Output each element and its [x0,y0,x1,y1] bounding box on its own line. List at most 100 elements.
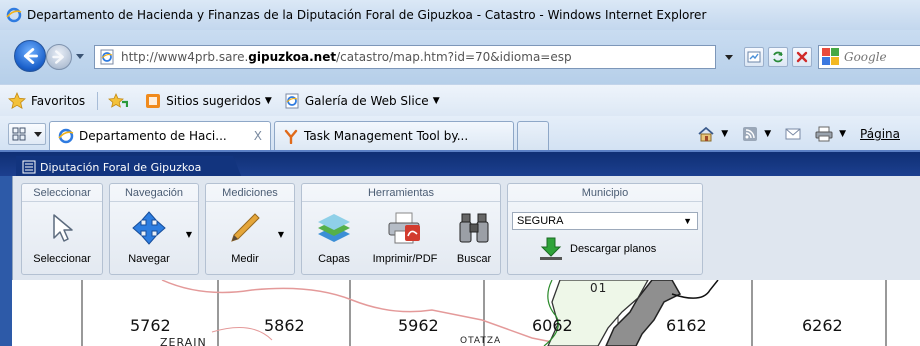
municipality-select[interactable]: SEGURA ▼ [512,212,698,230]
chevron-down-icon: ▼ [683,216,692,226]
favorites-label: Favoritos [31,93,86,108]
home-button[interactable]: ▼ [697,126,728,142]
quick-tabs-button[interactable] [8,123,46,145]
tab-task-management[interactable]: Task Management Tool by... [274,121,514,150]
navigate-dropdown-icon[interactable]: ▼ [186,230,192,239]
map-canvas[interactable]: 5762 5862 5962 6062 6162 6262 ZERAIN OTA… [12,280,920,346]
group-title: Municipio [508,184,702,202]
map-cell-label: 5862 [264,316,305,335]
group-title: Navegación [110,184,198,202]
measure-tool-button[interactable]: Medir ▼ [216,204,284,274]
navigate-tool-button[interactable]: Navegar ▼ [116,204,192,274]
group-seleccionar: Seleccionar Seleccionar [21,183,103,275]
favorites-button[interactable]: Favoritos [8,91,86,110]
refresh-icon [773,51,783,63]
tool-label: Navegar [128,253,170,265]
tab-row: Departamento de Haci... X Task Managemen… [0,116,920,150]
tool-label: Imprimir/PDF [372,253,438,265]
forward-button[interactable] [46,44,72,70]
layers-tool-button[interactable]: Capas [306,204,362,274]
star-icon [8,91,26,109]
download-plans-label: Descargar planos [570,243,657,255]
tool-label: Capas [318,253,350,265]
municipality-selected-value: SEGURA [517,215,564,227]
gipuzkoa-logo-icon [22,160,36,174]
tab-label: Task Management Tool by... [304,129,469,143]
page-menu[interactable]: Página [860,127,906,141]
download-icon [540,237,562,260]
print-button[interactable]: ▼ [815,126,846,142]
web-slice-gallery-button[interactable]: Galería de Web Slice ▼ [284,93,440,109]
refresh-button[interactable] [768,47,788,67]
map-place-label: OTATZA [460,336,502,346]
feeds-dropdown-icon[interactable]: ▼ [764,129,771,139]
map-place-label: 01 [590,281,608,295]
suggested-sites-button[interactable]: Sitios sugeridos ▼ [145,93,272,109]
back-button[interactable] [14,40,46,72]
rss-feed-icon [743,127,758,141]
home-dropdown-icon[interactable]: ▼ [721,129,728,139]
download-plans-button[interactable]: Descargar planos [538,236,656,262]
window-title: Departamento de Hacienda y Finanzas de l… [27,8,707,22]
search-input[interactable] [844,50,914,64]
stop-button[interactable] [792,47,812,67]
task-tool-icon [284,129,298,144]
search-tool-button[interactable]: Buscar [448,204,500,274]
compatibility-view-icon [747,51,761,63]
app-tab[interactable]: Diputación Foral de Gipuzkoa [16,156,242,178]
ie-page-icon [100,49,114,65]
print-pdf-tool-button[interactable]: Imprimir/PDF [366,204,444,274]
command-bar: ▼ ▼ ▼ Página [697,126,920,142]
pencil-icon [231,213,260,242]
measure-dropdown-icon[interactable]: ▼ [278,230,284,239]
tab-close-button[interactable]: X [254,129,262,143]
page-menu-label: Página [860,127,900,141]
group-municipio: Municipio SEGURA ▼ Descargar planos [507,183,703,275]
web-slice-gallery-label: Galería de Web Slice [304,93,429,108]
search-box[interactable] [818,45,920,69]
tab-catastro[interactable]: Departamento de Haci... X [49,121,271,150]
group-navegacion: Navegación Navegar ▼ [109,183,199,275]
map-place-label: ZERAIN [160,336,207,346]
tool-label: Seleccionar [33,253,91,265]
print-dropdown-icon[interactable]: ▼ [839,129,846,139]
close-icon [796,51,808,63]
new-tab-button[interactable] [517,121,549,150]
compatibility-view-button[interactable] [744,47,764,67]
suggested-sites-label: Sitios sugeridos [166,93,261,108]
toolbar-ribbon: Seleccionar Seleccionar Navegación Naveg… [12,176,920,280]
read-mail-button[interactable] [785,127,801,141]
arrow-left-icon [23,48,38,64]
suggested-sites-dropdown-icon: ▼ [264,95,272,106]
window-titlebar: Departamento de Hacienda y Finanzas de l… [0,0,920,30]
add-to-favorites-bar-button[interactable] [108,92,133,110]
history-dropdown-icon[interactable] [76,52,84,60]
group-title: Mediciones [206,184,294,202]
terrain-line [671,280,719,299]
tab-list-dropdown-icon[interactable] [31,127,45,141]
group-title: Herramientas [302,184,500,202]
map-cell-label: 6262 [802,316,843,335]
terrain-line-2 [211,327,273,341]
pan-arrows-icon [132,211,166,245]
mail-icon [785,128,801,140]
feeds-button[interactable]: ▼ [742,126,771,142]
app-header: Diputación Foral de Gipuzkoa [0,150,920,178]
tool-label: Medir [231,253,259,265]
web-slice-dropdown-icon: ▼ [432,95,440,106]
app-tab-label: Diputación Foral de Gipuzkoa [40,160,202,174]
suggested-sites-icon [146,93,161,108]
select-tool-button[interactable]: Seleccionar [22,204,102,274]
address-bar[interactable]: http://www4prb.sare.gipuzkoa.net/catastr… [94,45,716,69]
group-title: Seleccionar [22,184,102,202]
quick-tabs-icon [12,127,26,141]
ie-logo-icon [58,128,74,144]
map-cell-label: 6162 [666,316,707,335]
address-dropdown-icon[interactable] [722,50,736,64]
address-url[interactable]: http://www4prb.sare.gipuzkoa.net/catastr… [121,50,572,64]
favorites-bar: Favoritos Sitios sugeridos ▼ Galería de … [0,84,920,116]
tab-label: Departamento de Haci... [79,129,227,143]
map-cell-label: 5762 [130,316,171,335]
printer-icon [815,126,833,142]
binoculars-icon [459,213,489,243]
